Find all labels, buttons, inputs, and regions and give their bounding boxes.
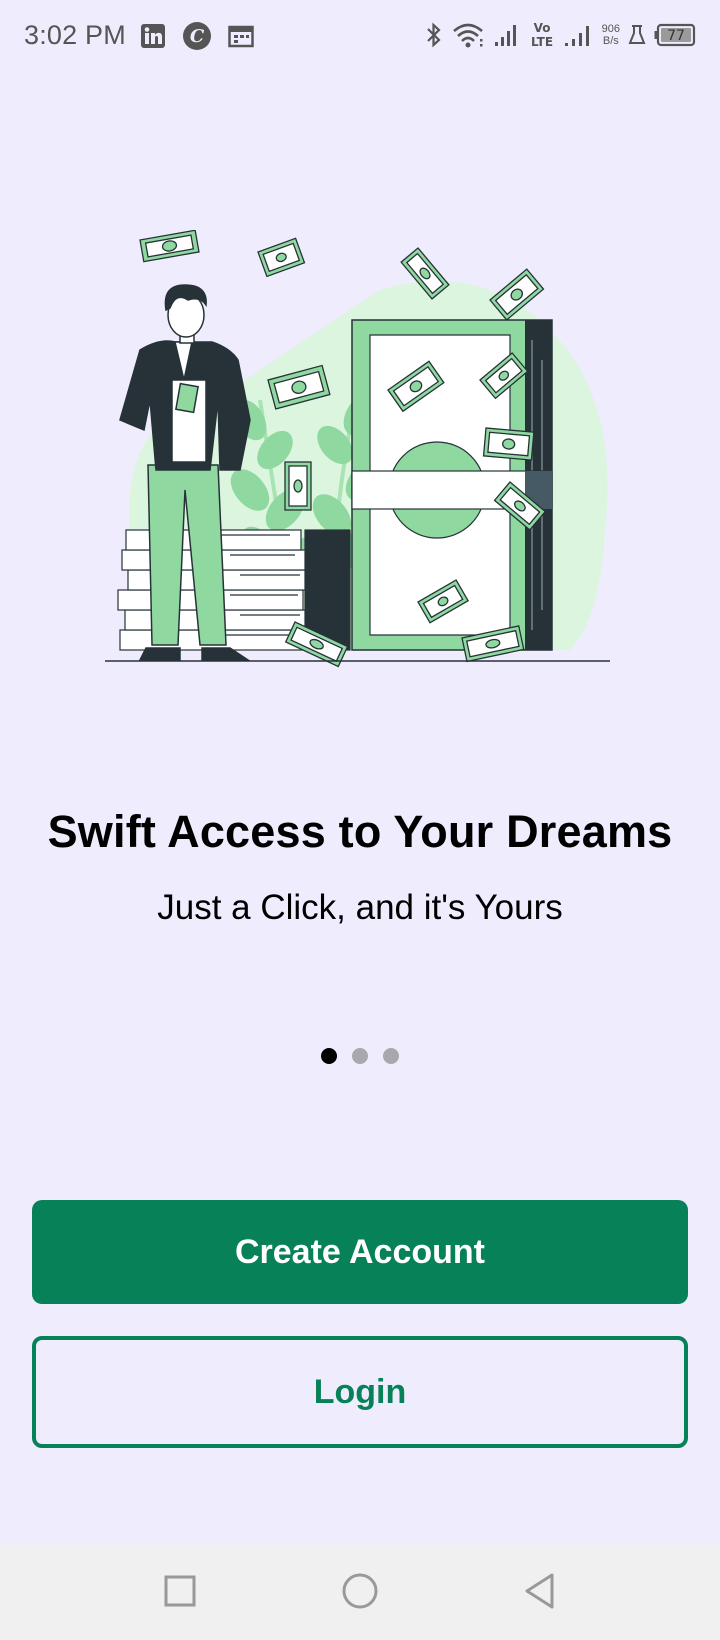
battery-icon: 77 xyxy=(654,23,696,47)
onboarding-subtitle: Just a Click, and it's Yours xyxy=(157,888,563,927)
bluetooth-icon xyxy=(424,21,444,49)
svg-text:Vo: Vo xyxy=(533,21,550,35)
speed-value: 906 xyxy=(601,23,620,35)
signal-icon-2 xyxy=(564,22,594,48)
create-account-button[interactable]: Create Account xyxy=(32,1200,688,1304)
home-circle-icon[interactable] xyxy=(335,1566,385,1616)
status-time: 3:02 PM xyxy=(24,20,126,50)
signal-icon xyxy=(494,22,520,48)
volte-icon: Vo LTE xyxy=(528,20,556,50)
onboarding-title: Swift Access to Your Dreams xyxy=(47,806,673,857)
page-dot-2[interactable] xyxy=(352,1048,368,1064)
page-dot-3[interactable] xyxy=(383,1048,399,1064)
notification-icons: C xyxy=(140,21,254,51)
flask-icon xyxy=(628,23,646,47)
system-nav-bar xyxy=(0,1544,720,1640)
c-app-icon: C xyxy=(182,21,212,51)
system-icons: Vo LTE 906 B/s 77 xyxy=(424,20,696,50)
page-dot-1[interactable] xyxy=(321,1048,337,1064)
login-button[interactable]: Login xyxy=(32,1336,688,1448)
linkedin-icon xyxy=(140,23,166,49)
page-indicator xyxy=(0,1048,720,1064)
speed-unit: B/s xyxy=(602,35,619,47)
back-triangle-icon[interactable] xyxy=(515,1566,565,1616)
svg-text:LTE: LTE xyxy=(531,35,553,49)
onboarding-screen: 3:02 PM C Vo LTE 906 B/s 77 Swift Access… xyxy=(0,0,720,1640)
recents-square-icon[interactable] xyxy=(155,1566,205,1616)
wifi-icon xyxy=(452,21,486,49)
network-speed: 906 B/s xyxy=(602,23,620,47)
status-bar: 3:02 PM C Vo LTE 906 B/s 77 xyxy=(0,0,720,74)
svg-text:C: C xyxy=(190,26,205,47)
battery-level: 77 xyxy=(667,28,685,44)
calendar-icon xyxy=(228,24,254,48)
hero-illustration xyxy=(100,229,620,700)
